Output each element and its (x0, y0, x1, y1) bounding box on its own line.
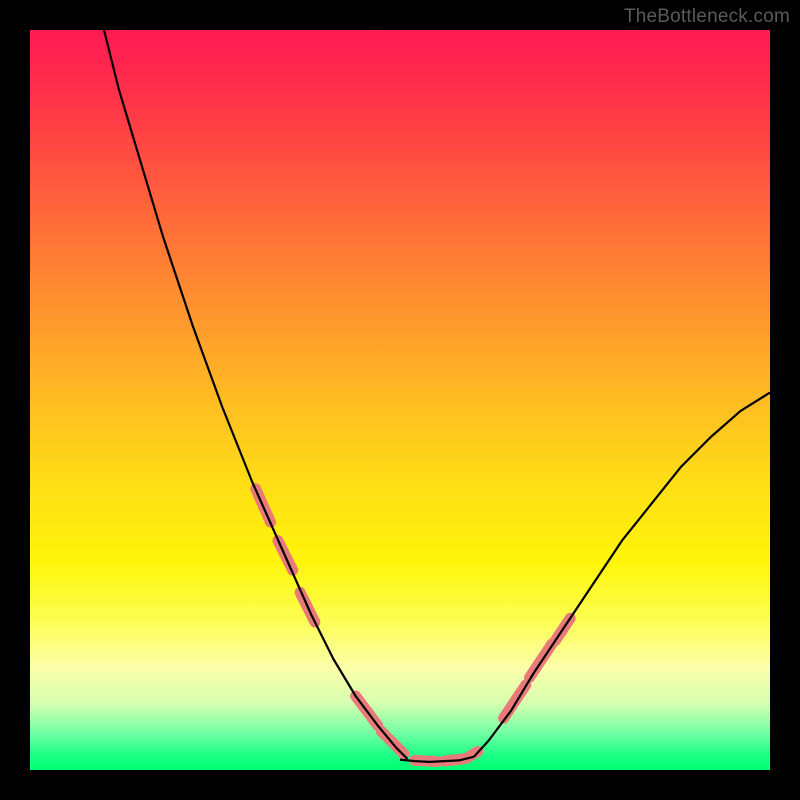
chart-svg (30, 30, 770, 770)
chart-frame: TheBottleneck.com (0, 0, 800, 800)
plot-area (30, 30, 770, 770)
marker-layer (256, 489, 571, 762)
curve-left-curve (104, 30, 407, 759)
curve-layer (104, 30, 770, 762)
watermark-text: TheBottleneck.com (624, 6, 790, 28)
